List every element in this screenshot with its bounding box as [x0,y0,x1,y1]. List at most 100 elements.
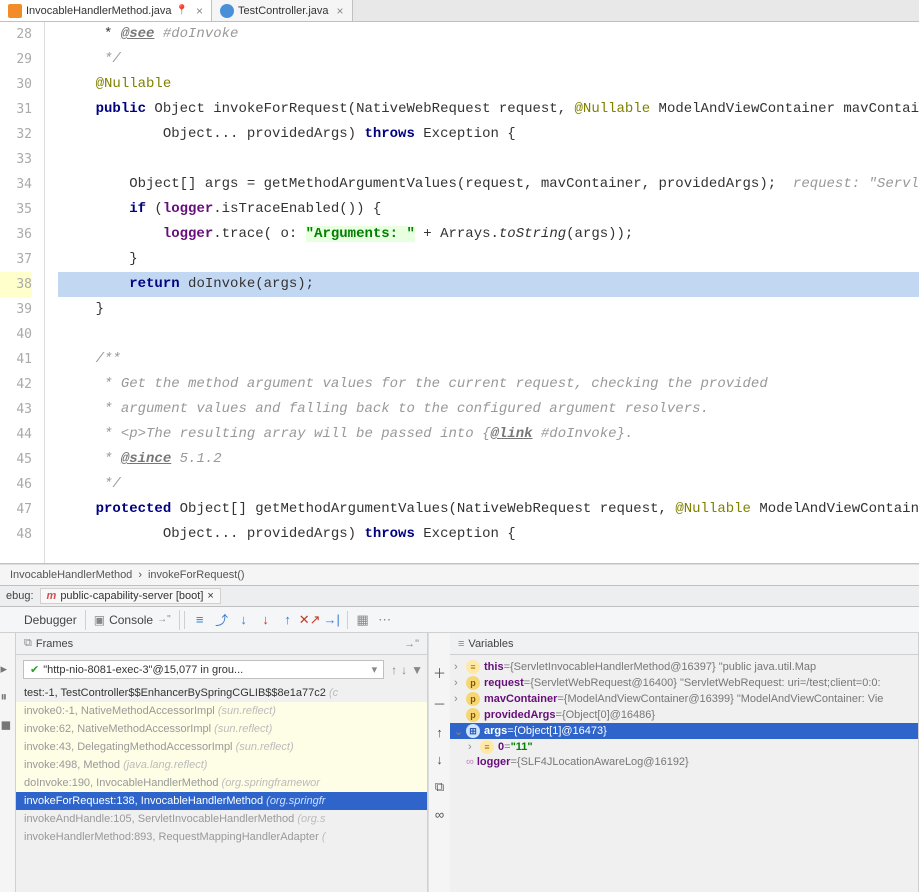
force-step-into-icon[interactable]: ↓ [258,612,274,628]
code-line[interactable]: @Nullable [58,72,919,97]
code-line[interactable]: protected Object[] getMethodArgumentValu… [58,497,919,522]
code-line[interactable]: * <p>The resulting array will be passed … [58,422,919,447]
add-watch-icon[interactable]: ＋ [433,663,446,682]
line-number: 38 [0,272,32,297]
frames-icon: ⧉ [24,637,32,650]
line-number: 34 [0,172,32,197]
run-config-chip[interactable]: m public-capability-server [boot] × [40,588,221,604]
line-gutter: 2829303132333435363738394041424344454647… [0,22,38,563]
code-line[interactable]: logger.trace( o: "Arguments: " + Arrays.… [58,222,919,247]
code-line[interactable]: Object[] args = getMethodArgumentValues(… [58,172,919,197]
stack-frame[interactable]: invokeForRequest:138, InvocableHandlerMe… [16,792,427,810]
down-icon[interactable]: ↓ [436,752,443,767]
code-line[interactable]: Object... providedArgs) throws Exception… [58,522,919,547]
java-file-icon [8,4,22,18]
code-line[interactable] [58,322,919,347]
close-icon[interactable]: × [337,4,344,18]
variables-icon: ≡ [458,638,464,650]
pin-icon: 📍 [176,5,188,16]
more-icon[interactable]: ⋯ [377,612,393,628]
show-execution-point-icon[interactable]: ≡ [192,612,208,628]
code-line[interactable]: * Get the method argument values for the… [58,372,919,397]
variables-tree[interactable]: ›≡this = {ServletInvocableHandlerMethod@… [450,655,918,892]
resume-icon[interactable]: ▸ [1,661,15,675]
tab-file[interactable]: TestController.java × [212,0,353,21]
debugger-toolbar: Debugger ▣ Console →" ≡ ⤴ ↓ ↓ ↑ ✕↗ →| ▦ … [0,607,919,633]
debug-panels: ▸ ⏸ ◼ ⧉ Frames →" ✔ "http-nio-8081-exec-… [0,633,919,892]
code-line[interactable]: } [58,247,919,272]
breadcrumb: InvocableHandlerMethod › invokeForReques… [0,564,919,585]
thread-selector[interactable]: ✔ "http-nio-8081-exec-3"@15,077 in grou.… [23,660,384,679]
stack-frame[interactable]: invokeHandlerMethod:893, RequestMappingH… [16,828,427,846]
tab-label: TestController.java [238,5,329,17]
frame-list[interactable]: test:-1, TestController$$EnhancerBySprin… [16,684,427,892]
line-number: 41 [0,347,32,372]
code-line[interactable]: /** [58,347,919,372]
chevron-down-icon[interactable]: ▾ [372,663,378,676]
variables-toolbar: ＋ － ↑ ↓ ⧉ ∞ [428,633,450,892]
variable-row[interactable]: ∞logger = {SLF4JLocationAwareLog@16192} [450,755,918,769]
check-icon: ✔ [30,663,39,676]
code-area[interactable]: * @see #doInvoke */ @Nullable public Obj… [58,22,919,563]
stack-frame[interactable]: invoke0:-1, NativeMethodAccessorImpl (su… [16,702,427,720]
glasses-icon[interactable]: ∞ [435,807,444,822]
run-to-cursor-icon[interactable]: →| [324,612,340,628]
variables-header: ≡ Variables [450,633,918,655]
minimize-icon[interactable]: →" [404,638,419,650]
stack-frame[interactable]: test:-1, TestController$$EnhancerBySprin… [16,684,427,702]
close-icon[interactable]: × [196,4,203,18]
copy-icon[interactable]: ⧉ [435,779,444,795]
code-line[interactable] [58,147,919,172]
fold-column [38,22,58,563]
next-frame-icon[interactable]: ↓ [401,663,407,677]
line-number: 33 [0,147,32,172]
stack-frame[interactable]: invoke:43, DelegatingMethodAccessorImpl … [16,738,427,756]
stack-frame[interactable]: invokeAndHandle:105, ServletInvocableHan… [16,810,427,828]
variable-row[interactable]: pprovidedArgs = {Object[0]@16486} [450,707,918,723]
up-icon[interactable]: ↑ [436,725,443,740]
tab-console[interactable]: ▣ Console →" [86,610,180,630]
variable-row[interactable]: ›prequest = {ServletWebRequest@16400} "S… [450,675,918,691]
code-line[interactable]: * argument values and falling back to th… [58,397,919,422]
code-line[interactable]: Object... providedArgs) throws Exception… [58,122,919,147]
prev-frame-icon[interactable]: ↑ [391,663,397,677]
line-number: 47 [0,497,32,522]
close-icon[interactable]: × [207,590,213,602]
stack-frame[interactable]: doInvoke:190, InvocableHandlerMethod (or… [16,774,427,792]
variable-row[interactable]: ⌄⊞args = {Object[1]@16473} [450,723,918,739]
stack-frame[interactable]: invoke:498, Method (java.lang.reflect) [16,756,427,774]
stack-frame[interactable]: invoke:62, NativeMethodAccessorImpl (sun… [16,720,427,738]
variable-row[interactable]: ›pmavContainer = {ModelAndViewContainer@… [450,691,918,707]
tab-file-active[interactable]: InvocableHandlerMethod.java 📍 × [0,0,212,21]
line-number: 39 [0,297,32,322]
code-line[interactable]: */ [58,472,919,497]
thread-selector-row: ✔ "http-nio-8081-exec-3"@15,077 in grou.… [16,655,427,684]
code-line[interactable]: * @see #doInvoke [58,22,919,47]
drop-frame-icon[interactable]: ✕↗ [302,612,318,628]
filter-icon[interactable]: ▼ [411,663,423,677]
code-editor[interactable]: 2829303132333435363738394041424344454647… [0,22,919,564]
step-out-icon[interactable]: ↑ [280,612,296,628]
pause-icon[interactable]: ⏸ [1,689,15,703]
code-line[interactable]: return doInvoke(args); [58,272,919,297]
variable-row[interactable]: ›≡0 = "11" [450,739,918,755]
tab-debugger[interactable]: Debugger [16,610,86,630]
step-into-icon[interactable]: ↓ [236,612,252,628]
debug-side-toolbar: ▸ ⏸ ◼ [0,633,16,892]
stop-icon[interactable]: ◼ [1,717,15,731]
remove-watch-icon[interactable]: － [433,694,446,713]
code-line[interactable]: if (logger.isTraceEnabled()) { [58,197,919,222]
breadcrumb-method[interactable]: invokeForRequest() [148,569,245,581]
evaluate-icon[interactable]: ▦ [355,612,371,628]
code-line[interactable]: */ [58,47,919,72]
variables-panel: ＋ － ↑ ↓ ⧉ ∞ ≡ Variables ›≡this = {Servle… [428,633,919,892]
spring-icon: m [47,590,57,602]
code-line[interactable]: * @since 5.1.2 [58,447,919,472]
code-line[interactable]: } [58,297,919,322]
class-icon [220,4,234,18]
variable-row[interactable]: ›≡this = {ServletInvocableHandlerMethod@… [450,659,918,675]
step-over-icon[interactable]: ⤴ [214,612,230,628]
line-number: 35 [0,197,32,222]
breadcrumb-class[interactable]: InvocableHandlerMethod [10,569,132,581]
code-line[interactable]: public Object invokeForRequest(NativeWeb… [58,97,919,122]
